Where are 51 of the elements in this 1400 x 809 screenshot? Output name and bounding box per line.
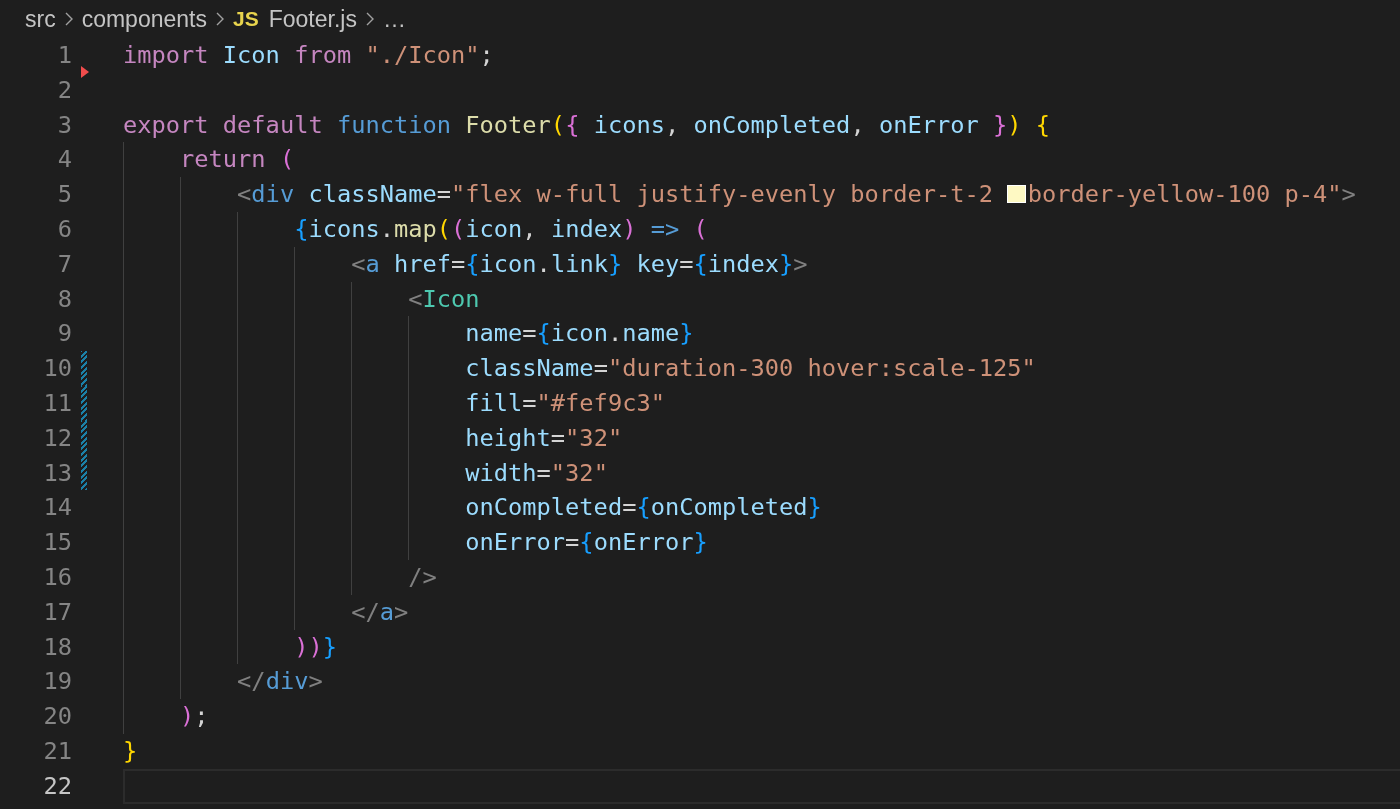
breadcrumb-folder[interactable]: src <box>25 5 56 33</box>
chevron-right-icon <box>63 11 74 27</box>
line-number: 17 <box>43 596 72 628</box>
color-swatch[interactable] <box>1007 184 1026 204</box>
line-number: 4 <box>57 144 72 176</box>
code-line: /> <box>407 562 437 591</box>
line-number: 9 <box>57 318 72 350</box>
code-line: onCompleted={onCompleted} <box>464 493 822 522</box>
line-number: 2 <box>57 74 72 106</box>
code-line: className="duration-300 hover:scale-125" <box>464 354 1036 383</box>
line-number: 19 <box>43 666 72 698</box>
code-line: </a> <box>350 597 409 626</box>
line-number: 6 <box>57 214 72 245</box>
line-number: 15 <box>43 527 72 559</box>
line-number: 7 <box>57 248 72 280</box>
code-line: ))} <box>293 632 337 661</box>
code-line: export default function Footer({ icons, onCompleted, onError }) { <box>123 110 1051 139</box>
code-line: {icons.map((icon, index) => ( <box>293 215 708 243</box>
code-line: return ( <box>179 145 295 174</box>
code-line: onError={onError} <box>464 528 708 557</box>
code-line: </div> <box>236 667 323 696</box>
code-line: <a href={icon.link} key={index}> <box>350 249 808 278</box>
code-line: <Icon <box>407 284 480 313</box>
line-number: 10 <box>43 353 72 385</box>
deleted-line-marker[interactable] <box>81 66 89 78</box>
line-number: 21 <box>43 735 72 767</box>
line-number: 20 <box>43 701 72 733</box>
line-number: 18 <box>43 631 72 663</box>
line-number: 14 <box>43 492 72 524</box>
line-number: 12 <box>43 422 72 454</box>
code-line: name={icon.name} <box>464 319 694 348</box>
code-line: fill="#fef9c3" <box>464 388 665 417</box>
line-number: 1 <box>57 40 72 71</box>
code-line: } <box>123 736 138 765</box>
breadcrumb-folder[interactable]: components <box>81 5 207 33</box>
line-number: 3 <box>57 109 72 141</box>
breadcrumb-file[interactable]: JS Footer.js <box>233 5 357 33</box>
line-number: 16 <box>43 561 72 593</box>
line-number: 8 <box>57 283 72 315</box>
chevron-right-icon <box>215 11 225 27</box>
breadcrumb-more[interactable]: … <box>382 5 406 33</box>
code-line: height="32" <box>464 423 623 452</box>
line-number: 22 <box>43 770 72 802</box>
line-number: 5 <box>57 179 72 211</box>
code-line: ); <box>179 702 209 731</box>
line-number: 11 <box>43 387 72 419</box>
code-line: <div className="flex w-full justify-evenly border-t-2 border-yellow-100 p-4"> <box>236 180 1356 209</box>
code-line: import Icon from "./Icon"; <box>123 41 494 69</box>
chevron-right-icon <box>364 11 375 27</box>
code-line: width="32" <box>464 458 608 487</box>
line-number: 13 <box>43 457 72 489</box>
